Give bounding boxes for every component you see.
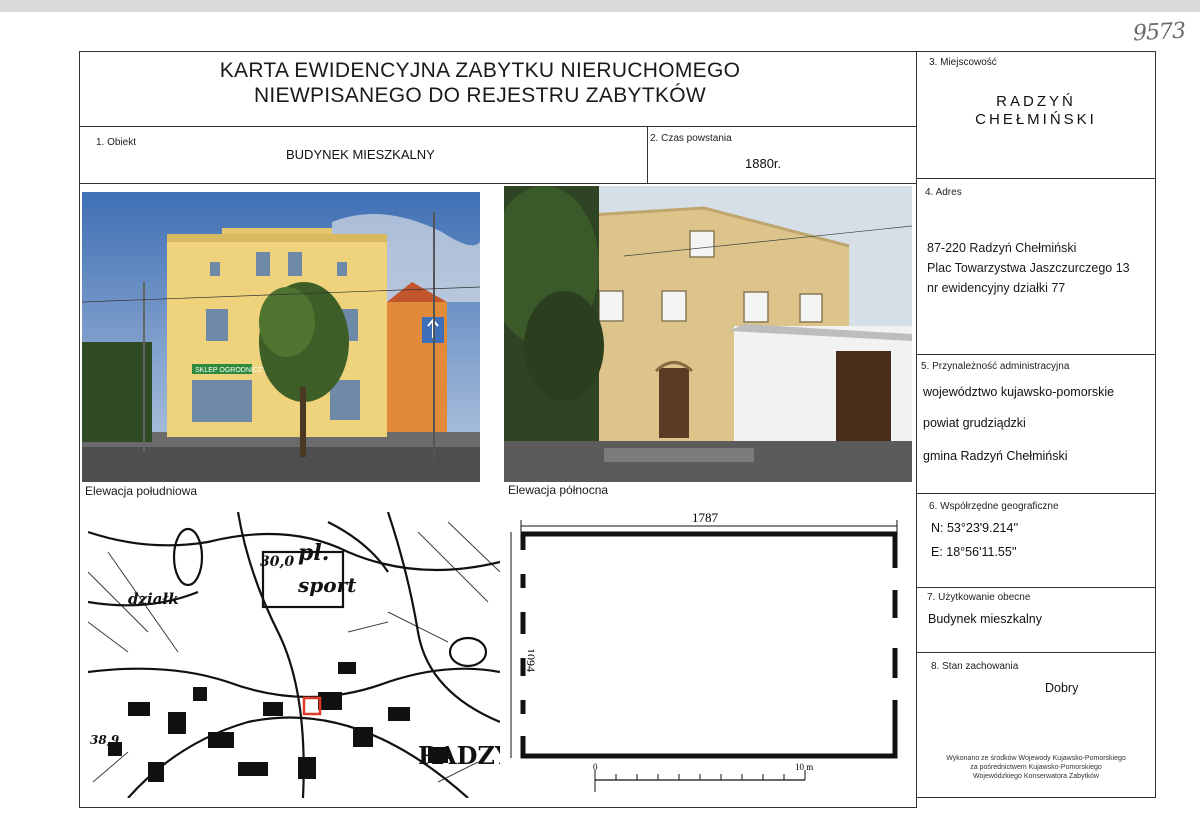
plan-width-dim: 1787 — [692, 510, 719, 525]
scale-end: 10 m — [795, 762, 813, 772]
north-elevation-image — [504, 186, 912, 482]
adres-lines: 87-220 Radzyń Chełmiński Plac Towarzystw… — [927, 238, 1130, 298]
handwritten-number: 9573 — [1132, 18, 1186, 47]
uzytkowanie-value: Budynek mieszkalny — [928, 612, 1042, 626]
miejscowosc-value: RADZYŃ CHEŁMIŃSKI — [916, 93, 1156, 129]
miejscowosc-line-1: RADZYŃ — [996, 93, 1076, 110]
title-line-1: KARTA EWIDENCYJNA ZABYTKU NIERUCHOMEGO — [219, 59, 741, 82]
funding-line-3: Wojewódzkiego Konserwatora Zabytków — [973, 773, 1099, 780]
south-elevation-photo: SKLEP OGRODNICZY — [82, 192, 480, 482]
map-label-elevation: 30,0 — [260, 554, 294, 570]
uzytkowanie-label: 7. Użytkowanie obecne — [927, 592, 1031, 603]
miejscowosc-line-2: CHEŁMIŃSKI — [975, 111, 1097, 128]
map-label-pl: pl. — [298, 540, 329, 566]
wspolrzedne-label: 6. Współrzędne geograficzne — [929, 501, 1059, 512]
wspolrzedne-n: N: 53°23'9.214'' — [931, 521, 1019, 535]
przynaleznosc-line-2: powiat grudziądzki — [923, 416, 1026, 430]
przynaleznosc-label: 5. Przynależność administracyjna — [921, 361, 1070, 372]
floor-plan-drawing: 1787 1094 0 10 m — [510, 510, 899, 792]
obiekt-label: 1. Obiekt — [96, 137, 137, 148]
miejscowosc-label: 3. Miejscowość — [929, 57, 997, 68]
card-title: KARTA EWIDENCYJNA ZABYTKU NIERUCHOMEGO N… — [80, 58, 880, 108]
location-map: pl. sport działk 30,0 RADZY 38,9 — [88, 512, 500, 798]
map-label-sport: sport — [297, 573, 357, 597]
map-label-dzialki: działk — [128, 590, 179, 608]
map-label-height: 38,9 — [90, 733, 120, 747]
adres-line-3: nr ewidencyjny działki 77 — [927, 281, 1066, 295]
south-caption: Elewacja południowa — [85, 484, 198, 498]
przynaleznosc-line-3: gmina Radzyń Chełmiński — [923, 449, 1068, 463]
scan-edge — [0, 0, 1200, 12]
czas-value: 1880r. — [745, 156, 782, 171]
funding-note: Wykonano ze środków Wojewody Kujawsko-Po… — [925, 754, 1147, 781]
adres-label: 4. Adres — [925, 187, 962, 198]
north-caption: Elewacja północna — [508, 483, 609, 497]
title-line-2: NIEWPISANEGO DO REJESTRU ZABYTKÓW — [253, 84, 707, 107]
south-elevation-image: SKLEP OGRODNICZY — [82, 192, 480, 482]
przynaleznosc-line-1: województwo kujawsko-pomorskie — [923, 385, 1115, 399]
wspolrzedne-e: E: 18°56'11.55'' — [931, 545, 1017, 559]
map-label-town: RADZY — [418, 741, 500, 770]
floor-plan: 1787 1094 0 10 m — [505, 508, 910, 798]
stan-label: 8. Stan zachowania — [931, 661, 1019, 672]
funding-line-1: Wykonano ze środków Wojewody Kujawsko-Po… — [946, 755, 1126, 762]
adres-line-2: Plac Towarzystwa Jaszczurczego 13 — [927, 261, 1130, 275]
obiekt-value: BUDYNEK MIESZKALNY — [286, 147, 435, 162]
location-map-image: pl. sport działk 30,0 RADZY 38,9 — [88, 512, 500, 798]
shop-sign: SKLEP OGRODNICZY — [195, 367, 267, 374]
north-elevation-photo — [504, 186, 912, 482]
scale-start: 0 — [593, 762, 598, 772]
funding-line-2: za pośrednictwem Kujawsko-Pomorskiego — [970, 764, 1102, 771]
stan-value: Dobry — [1045, 681, 1079, 695]
adres-line-1: 87-220 Radzyń Chełmiński — [927, 241, 1077, 255]
czas-label: 2. Czas powstania — [650, 133, 732, 144]
